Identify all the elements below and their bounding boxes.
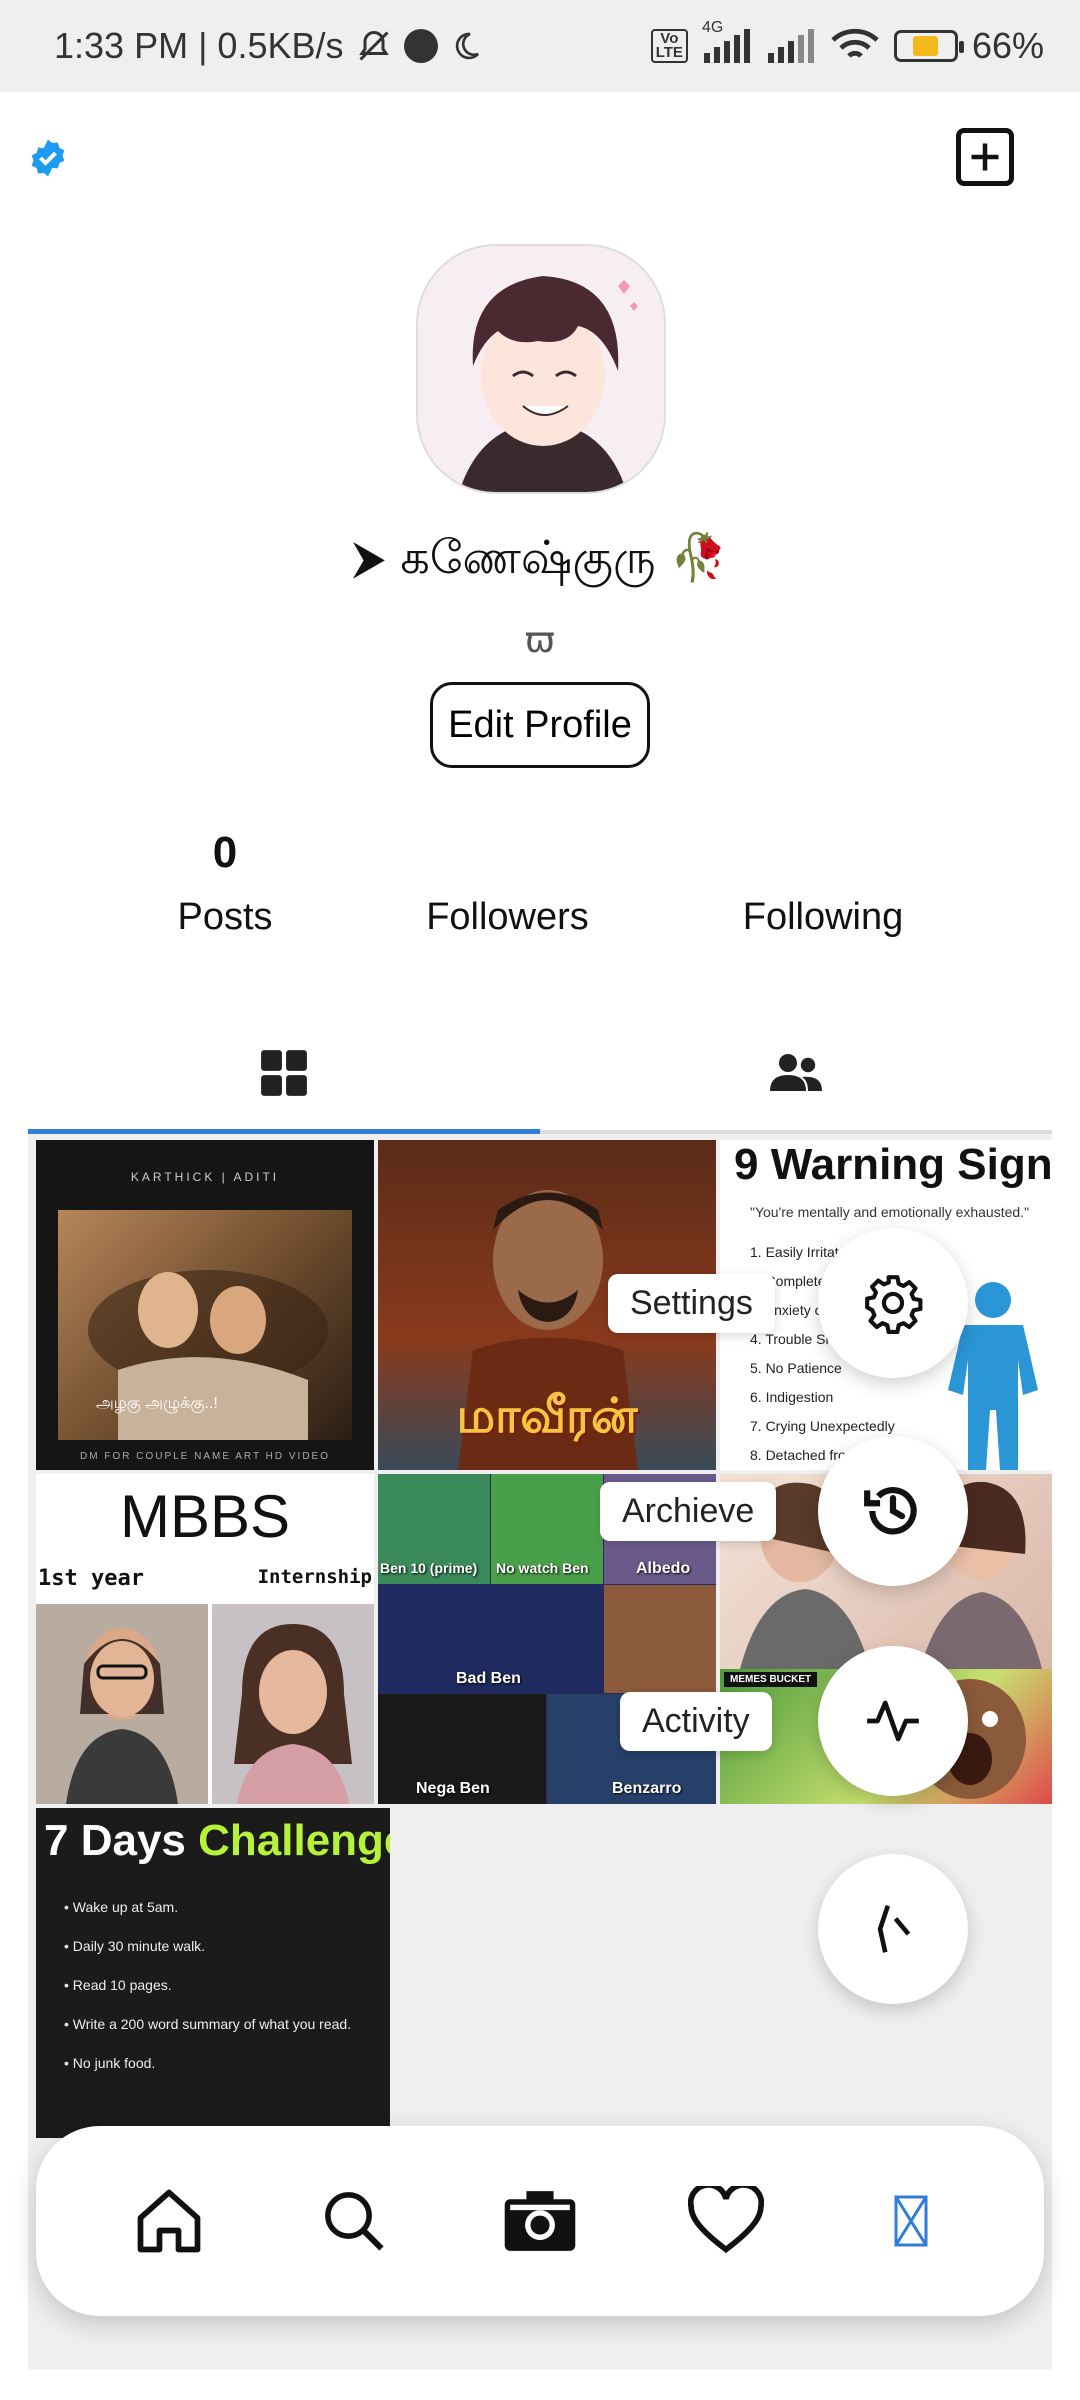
followers-label: Followers — [426, 896, 589, 938]
bio: ϖ — [524, 620, 556, 661]
tile2-title: மாவீரன் — [456, 1388, 638, 1444]
avatar[interactable] — [416, 244, 666, 494]
activity-label[interactable]: Activity — [620, 1692, 772, 1751]
tile7-list: • Wake up at 5am. • Daily 30 minute walk… — [64, 1898, 364, 2073]
list-item: 6. Indigestion — [750, 1389, 834, 1405]
list-item: • Wake up at 5am. — [64, 1899, 179, 1915]
settings-button[interactable] — [818, 1228, 968, 1378]
status-time-speed: 1:33 PM | 0.5KB/s — [54, 25, 344, 66]
tagged-people-icon — [770, 1054, 822, 1091]
status-bar: 1:33 PM | 0.5KB/s Vo LTE 4G 66% — [0, 0, 1080, 92]
nav-profile[interactable] — [866, 2176, 956, 2266]
ben10-label: Ben 10 (prime) — [380, 1560, 478, 1576]
tile1-bottom-text: DM FOR COUPLE NAME ART HD VIDEO — [80, 1451, 330, 1462]
followers-count — [400, 828, 615, 884]
tile7-title-green: Challenge — [198, 1816, 390, 1865]
tile3-subtitle: "You're mentally and emotionally exhaust… — [750, 1204, 1030, 1220]
wifi-icon — [830, 28, 880, 64]
tile3-title: 9 Warning Signs — [734, 1140, 1052, 1189]
posts-label: Posts — [177, 896, 273, 938]
camera-icon — [504, 2191, 576, 2251]
ben10-label: Nega Ben — [416, 1780, 490, 1797]
nav-camera[interactable] — [495, 2176, 585, 2266]
posts-count: 0 — [212, 828, 238, 877]
bottom-navigation — [36, 2126, 1044, 2316]
nav-home[interactable] — [124, 2176, 214, 2266]
tab-posts-grid[interactable] — [28, 1016, 540, 1134]
dot-icon — [403, 29, 438, 63]
tab-tagged[interactable] — [540, 1016, 1052, 1130]
post-tile-couple[interactable]: KARTHICK | ADITI அழகு அழுக்கு..! DM FOR … — [36, 1140, 374, 1470]
list-item: • Daily 30 minute walk. — [64, 1938, 206, 1954]
tile1-caption: அழகு அழுக்கு..! — [96, 1395, 218, 1412]
edit-profile-button[interactable]: Edit Profile — [430, 682, 650, 768]
nav-search[interactable] — [309, 2176, 399, 2266]
menu-toggle-button[interactable] — [818, 1854, 968, 2004]
profile-tabs — [28, 1016, 1052, 1134]
post-tile-challenge[interactable]: 7 Days Challenge • Wake up at 5am. • Dai… — [36, 1808, 390, 2138]
following-label: Following — [742, 896, 904, 938]
grid-icon — [261, 1050, 307, 1096]
ben10-label: Benzarro — [612, 1780, 682, 1797]
tile6-label: MEMES BUCKET — [724, 1672, 818, 1687]
ben10-label: No watch Ben — [496, 1560, 589, 1576]
volte-icon: Vo LTE — [650, 29, 688, 63]
ben10-label: Albedo — [636, 1560, 691, 1577]
following-stat[interactable]: Following — [718, 828, 928, 939]
heart-icon — [687, 2186, 764, 2254]
activity-button[interactable] — [818, 1646, 968, 1796]
close-menu-icon — [877, 1905, 911, 1953]
signal-icon — [766, 29, 816, 63]
ben10-cell — [604, 1585, 716, 1693]
mute-bell-icon — [356, 28, 392, 64]
tile1-top-text: KARTHICK | ADITI — [130, 1170, 280, 1184]
add-post-button[interactable] — [956, 128, 1014, 186]
add-post-icon — [971, 143, 999, 171]
list-item: 7. Crying Unexpectedly — [750, 1418, 895, 1434]
username: ⮞ கணேஷ்குரு 🥀 — [352, 530, 728, 584]
list-item: • No junk food. — [64, 2055, 156, 2071]
list-item: • Read 10 pages. — [64, 1977, 172, 1993]
verified-badge-icon — [28, 138, 68, 178]
search-icon — [325, 2192, 385, 2251]
list-item: • Write a 200 word summary of what you r… — [64, 2016, 352, 2032]
followers-stat[interactable]: Followers — [400, 828, 615, 939]
mbbs-photo-left — [36, 1604, 208, 1804]
tile4-title: MBBS — [119, 1483, 291, 1550]
tile7-title: 7 Days Challenge — [44, 1816, 390, 1866]
network-type: 4G — [701, 19, 724, 36]
posts-stat[interactable]: 0 Posts — [150, 828, 300, 939]
profile-icon — [894, 2195, 928, 2247]
archive-button[interactable] — [818, 1436, 968, 1586]
tile4-left-label: 1st year — [38, 1566, 144, 1591]
battery-percent: 66% — [971, 25, 1044, 66]
nav-activity[interactable] — [681, 2176, 771, 2266]
ben10-label: Bad Ben — [456, 1670, 521, 1687]
home-icon — [137, 2189, 201, 2253]
moon-icon — [450, 30, 482, 62]
settings-label[interactable]: Settings — [608, 1274, 775, 1333]
signal-icon: 4G — [702, 19, 752, 63]
mbbs-photo-right — [212, 1604, 374, 1804]
tile7-title-white: 7 Days — [44, 1816, 186, 1865]
tile4-right-label: Internship — [257, 1566, 372, 1588]
post-tile-mbbs[interactable]: MBBS 1st year Internship — [36, 1474, 374, 1804]
gear-icon — [865, 1275, 923, 1334]
archive-label[interactable]: Archieve — [600, 1482, 777, 1541]
battery-icon — [893, 30, 964, 62]
following-count — [718, 828, 928, 884]
history-icon — [864, 1487, 917, 1535]
activity-pulse-icon — [867, 1700, 919, 1742]
